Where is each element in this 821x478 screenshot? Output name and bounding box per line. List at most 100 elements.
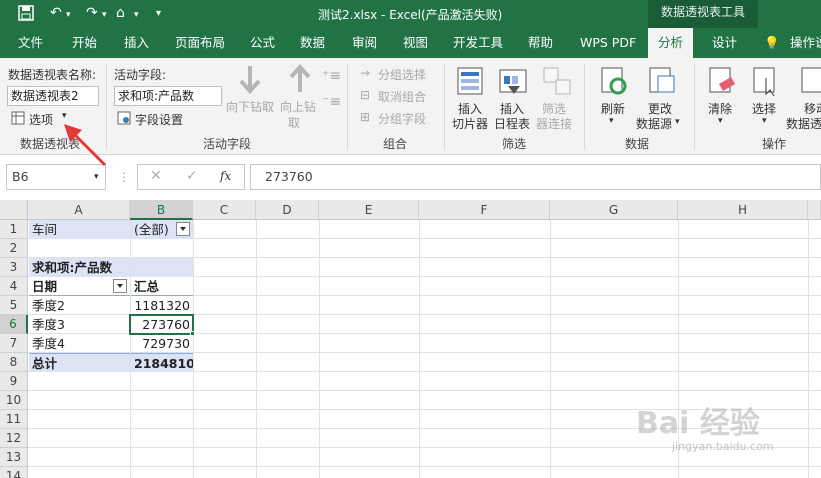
pivot-name-label: 数据透视表名称:	[8, 68, 97, 82]
group-group-label: 组合	[383, 137, 408, 151]
fill-handle[interactable]	[190, 331, 195, 336]
tab-developer[interactable]: 开发工具	[453, 28, 503, 58]
column-header-next[interactable]	[808, 200, 821, 220]
report-filter-dropdown-icon[interactable]	[176, 222, 190, 236]
row-header[interactable]: 7	[0, 334, 28, 353]
refresh-button[interactable]: 刷新	[601, 100, 625, 117]
column-header-c[interactable]: C	[193, 200, 256, 220]
row-header[interactable]: 12	[0, 429, 28, 448]
cell-b5[interactable]: 1181320	[131, 296, 193, 315]
field-settings-button[interactable]: 字段设置	[135, 111, 183, 128]
window-title: 测试2.xlsx - Excel(产品激活失败)	[318, 8, 503, 22]
gridline	[419, 220, 420, 478]
ribbon: 数据透视表名称: 数据透视表2 选项 ▾ 数据透视表 活动字段: 求和项:产品数…	[0, 58, 821, 155]
row-labels-dropdown-icon[interactable]	[113, 279, 127, 293]
insert-function-icon[interactable]: fx	[220, 169, 231, 183]
tab-design[interactable]: 设计	[712, 28, 737, 58]
tab-formulas[interactable]: 公式	[250, 28, 275, 58]
tab-tell-me[interactable]: 操作说	[790, 28, 821, 58]
context-tab-group-label: 数据透视表工具	[648, 0, 758, 28]
cell-a1[interactable]: 车间	[29, 220, 130, 239]
group-field-button[interactable]: 分组字段	[378, 110, 426, 127]
customize-qat-icon[interactable]: ▾	[156, 8, 161, 19]
column-header-a[interactable]: A	[28, 200, 130, 220]
tab-review[interactable]: 审阅	[352, 28, 377, 58]
column-header-b[interactable]: B	[130, 200, 193, 220]
collapse-field-icon[interactable]: ⁻≡	[322, 94, 341, 110]
cell-b3[interactable]	[131, 258, 193, 277]
expand-field-icon[interactable]: ⁺≡	[322, 68, 341, 84]
save-icon[interactable]	[18, 5, 34, 25]
redo-icon[interactable]: ↷	[86, 5, 98, 21]
select-all-corner[interactable]	[0, 200, 28, 220]
formula-input[interactable]: 273760	[250, 164, 821, 190]
select-button[interactable]: 选择	[752, 100, 776, 117]
lightbulb-icon[interactable]: 💡	[764, 28, 780, 58]
select-dropdown-icon[interactable]: ▾	[762, 116, 767, 126]
column-header-e[interactable]: E	[319, 200, 419, 220]
row-header[interactable]: 10	[0, 391, 28, 410]
undo-icon[interactable]: ↶	[50, 5, 62, 21]
tab-wps-pdf[interactable]: WPS PDF	[580, 28, 636, 58]
ungroup-button[interactable]: 取消组合	[378, 88, 426, 105]
row-header[interactable]: 11	[0, 410, 28, 429]
row-header[interactable]: 6	[0, 315, 28, 334]
column-header-h[interactable]: H	[678, 200, 808, 220]
tab-view[interactable]: 视图	[403, 28, 428, 58]
row-header[interactable]: 1	[0, 220, 28, 239]
redo-dropdown-icon[interactable]: ▾	[102, 10, 107, 20]
column-header-d[interactable]: D	[256, 200, 319, 220]
move-pivot-icon	[800, 66, 821, 99]
tab-file[interactable]: 文件	[18, 28, 43, 58]
filter-connections-icon	[542, 66, 572, 99]
timeline-icon	[498, 66, 528, 99]
gridline	[550, 220, 551, 478]
row-header[interactable]: 13	[0, 448, 28, 467]
change-source-dropdown-icon[interactable]: ▾	[675, 117, 680, 127]
row-header[interactable]: 4	[0, 277, 28, 296]
cell-b8[interactable]: 2184810	[131, 353, 193, 372]
cell-a3[interactable]: 求和项:产品数	[29, 258, 130, 277]
watermark: Bai 经验	[636, 406, 760, 441]
refresh-dropdown-icon[interactable]: ▾	[609, 116, 614, 126]
insert-timeline-button-line2: 日程表	[494, 117, 531, 131]
cell-a5[interactable]: 季度2	[29, 296, 130, 315]
tab-home[interactable]: 开始	[72, 28, 97, 58]
cell-b4[interactable]: 汇总	[131, 277, 193, 296]
tab-analyze[interactable]: 分析	[648, 28, 694, 58]
row-header[interactable]: 14	[0, 467, 28, 478]
row-header[interactable]: 9	[0, 372, 28, 391]
cancel-icon[interactable]: ✕	[150, 168, 162, 184]
change-source-icon	[648, 66, 676, 99]
row-header[interactable]: 2	[0, 239, 28, 258]
drill-up-button[interactable]: 向上钻	[280, 98, 316, 115]
enter-icon[interactable]: ✓	[186, 168, 198, 184]
name-box-dropdown-icon[interactable]: ▾	[94, 172, 99, 182]
row-header[interactable]: 3	[0, 258, 28, 277]
tab-help[interactable]: 帮助	[528, 28, 553, 58]
tab-page-layout[interactable]: 页面布局	[175, 28, 225, 58]
format-painter-icon[interactable]: ⌂	[116, 5, 125, 21]
column-header-f[interactable]: F	[419, 200, 550, 220]
cell-b7[interactable]: 729730	[131, 334, 193, 353]
clear-icon	[708, 66, 736, 99]
active-field-input[interactable]: 求和项:产品数	[114, 86, 222, 106]
clear-dropdown-icon[interactable]: ▾	[718, 116, 723, 126]
options-button[interactable]: 选项	[29, 111, 53, 128]
undo-dropdown-icon[interactable]: ▾	[66, 10, 71, 20]
column-header-g[interactable]: G	[550, 200, 678, 220]
tab-data[interactable]: 数据	[300, 28, 325, 58]
row-header[interactable]: 8	[0, 353, 28, 372]
drill-down-button[interactable]: 向下钻取	[226, 98, 274, 115]
row-header[interactable]: 5	[0, 296, 28, 315]
painter-dropdown-icon[interactable]: ▾	[134, 10, 139, 20]
cell-a6[interactable]: 季度3	[29, 315, 130, 334]
cell-a8[interactable]: 总计	[29, 353, 130, 372]
clear-button[interactable]: 清除	[708, 100, 732, 117]
group-selection-button[interactable]: 分组选择	[378, 66, 426, 83]
active-field-label: 活动字段:	[114, 68, 167, 82]
cell-a7[interactable]: 季度4	[29, 334, 130, 353]
slicer-icon	[456, 66, 484, 99]
pivot-name-input[interactable]: 数据透视表2	[7, 86, 99, 106]
tab-insert[interactable]: 插入	[124, 28, 149, 58]
